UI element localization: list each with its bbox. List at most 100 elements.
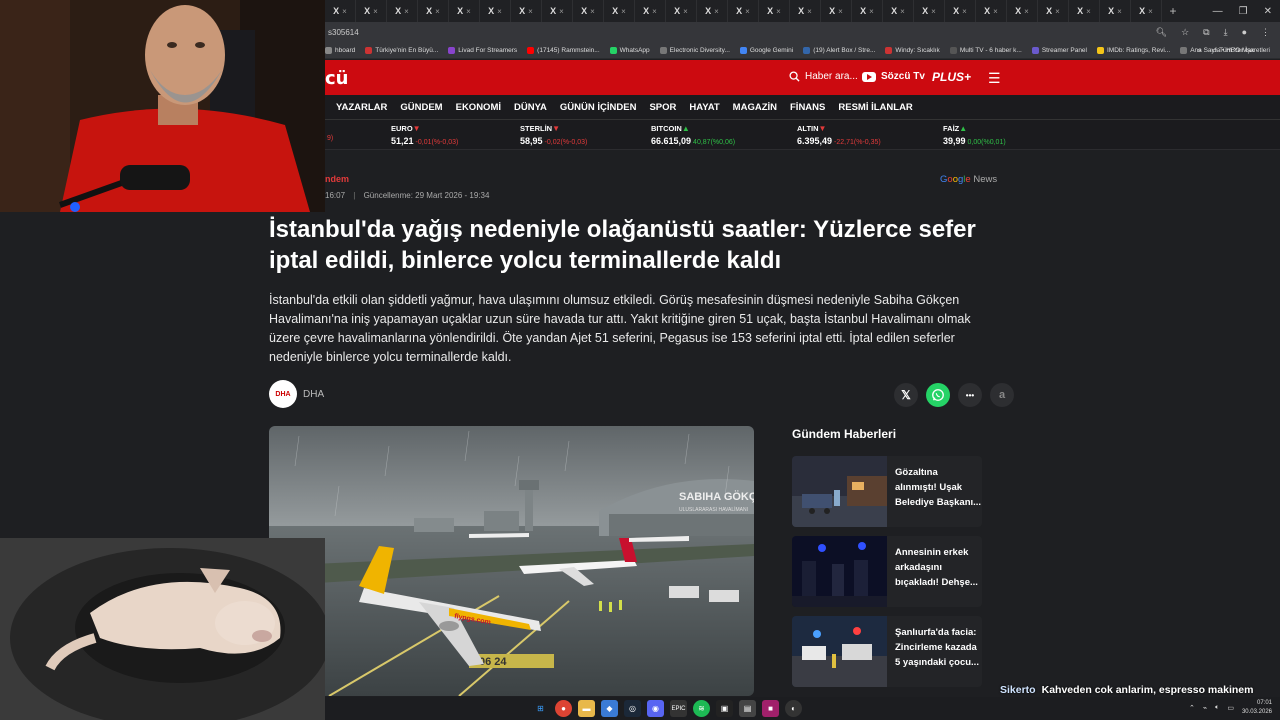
ticker-item[interactable]: EURO▼ 51,21 -0,01(%-0,03) (391, 124, 458, 146)
tab-close-icon[interactable]: × (745, 7, 750, 16)
browser-tab[interactable]: X × (697, 0, 728, 22)
tab-close-icon[interactable]: × (1148, 7, 1153, 16)
ticker-item[interactable]: FAİZ▲ 39,99 0,00(%0,01) (943, 124, 1006, 146)
bookmark-star-icon[interactable]: ☆ (1181, 27, 1189, 38)
browser-tab[interactable]: X × (1131, 0, 1162, 22)
epic-games-icon[interactable]: EPIC (670, 700, 687, 717)
tab-close-icon[interactable]: × (652, 7, 657, 16)
bookmark-item[interactable]: IMDb: Ratings, Revi... (1097, 46, 1170, 54)
tab-close-icon[interactable]: × (528, 7, 533, 16)
app-icon[interactable]: ◆ (601, 700, 618, 717)
browser-tab[interactable]: X × (356, 0, 387, 22)
tab-close-icon[interactable]: × (404, 7, 409, 16)
sidebar-news-item[interactable]: Şanlıurfa'da facia: Zincirleme kazada 5 … (792, 616, 982, 687)
bookmark-item[interactable]: WhatsApp (609, 46, 650, 54)
steam-icon[interactable]: ◎ (624, 700, 641, 717)
bookmark-item[interactable]: Streamer Panel (1031, 46, 1087, 54)
browser-tab[interactable]: X × (728, 0, 759, 22)
article-category[interactable]: ndem (325, 174, 349, 184)
browser-tab[interactable]: X × (821, 0, 852, 22)
google-news-link[interactable]: Google News (940, 174, 997, 185)
browser-tab[interactable]: X × (1100, 0, 1131, 22)
browser-tab[interactable]: X × (449, 0, 480, 22)
ticker-item[interactable]: ALTIN▼ 6.395,49 -22,71(%-0,35) (797, 124, 881, 146)
bookmark-item[interactable]: Google Gemini (739, 46, 793, 54)
browser-tab[interactable]: X × (945, 0, 976, 22)
app-icon-2[interactable]: ▣ (716, 700, 733, 717)
browser-tab[interactable]: X × (387, 0, 418, 22)
browser-tab[interactable]: X × (1007, 0, 1038, 22)
article-hero-image[interactable]: SABIHA GÖKÇEN ULUSLARARASI HAVALİMANI 06… (269, 426, 754, 696)
bookmark-item[interactable]: hboard (325, 46, 355, 54)
tab-close-icon[interactable]: × (807, 7, 812, 16)
font-size-icon[interactable]: a (990, 383, 1014, 407)
sidebar-news-item[interactable]: Annesinin erkek arkadaşını bıçakladı! De… (792, 536, 982, 607)
sozcu-tv-link[interactable]: Sözcü Tv (862, 71, 925, 82)
tab-close-icon[interactable]: × (931, 7, 936, 16)
tab-close-icon[interactable]: × (714, 7, 719, 16)
whatsapp-share-icon[interactable] (926, 383, 950, 407)
extensions-icon[interactable]: ⧉ (1203, 27, 1209, 38)
tab-close-icon[interactable]: × (497, 7, 502, 16)
browser-tab[interactable]: X × (635, 0, 666, 22)
nav-item[interactable]: MAGAZİN (733, 102, 777, 113)
discord-icon[interactable]: ◉ (647, 700, 664, 717)
ticker-item[interactable]: BITCOIN▲ 66.615,09 40,87(%0,06) (651, 124, 735, 146)
tray-chevron-icon[interactable]: ⌃ (1189, 704, 1195, 712)
close-window-button[interactable]: ✕ (1264, 6, 1272, 17)
browser-tab[interactable]: X × (759, 0, 790, 22)
plus-link[interactable]: PLUS+ (932, 70, 971, 84)
tab-close-icon[interactable]: × (838, 7, 843, 16)
chrome-icon[interactable]: ● (555, 700, 572, 717)
bookmark-item[interactable]: Windy: Sıcaklık (885, 46, 940, 54)
start-icon[interactable]: ⊞ (532, 700, 549, 717)
tab-close-icon[interactable]: × (1117, 7, 1122, 16)
battery-icon[interactable]: ▭ (1227, 704, 1234, 712)
browser-tab[interactable]: X × (852, 0, 883, 22)
bookmark-item[interactable]: Electronic Diversity... (659, 46, 730, 54)
tab-close-icon[interactable]: × (1024, 7, 1029, 16)
browser-tab[interactable]: X × (883, 0, 914, 22)
tab-close-icon[interactable]: × (435, 7, 440, 16)
tab-close-icon[interactable]: × (621, 7, 626, 16)
hamburger-menu-icon[interactable]: ☰ (988, 70, 1001, 87)
url-field[interactable]: s305614 (328, 28, 359, 37)
bookmark-item[interactable]: Livad For Streamers (448, 46, 517, 54)
browser-tab[interactable]: X × (914, 0, 945, 22)
system-clock[interactable]: 07:01 30.03.2026 (1242, 699, 1272, 717)
nav-item[interactable]: FİNANS (790, 102, 825, 113)
zoom-icon[interactable]: 🔍︎ (1156, 27, 1167, 38)
tab-close-icon[interactable]: × (993, 7, 998, 16)
bookmark-item[interactable]: Türkiye'nin En Büyü... (365, 46, 438, 54)
tab-close-icon[interactable]: × (962, 7, 967, 16)
browser-tab[interactable]: X × (666, 0, 697, 22)
app-icon-3[interactable]: ▤ (739, 700, 756, 717)
volume-icon[interactable]: 🔈︎ (1215, 704, 1219, 712)
bookmark-item[interactable]: (17145) Rammstein... (527, 46, 600, 54)
all-bookmarks-folder[interactable]: ▭ Tüm Yer İşaretleri (1211, 46, 1270, 54)
browser-tab[interactable]: X × (1069, 0, 1100, 22)
nav-item[interactable]: EKONOMİ (456, 102, 501, 113)
nav-item[interactable]: GÜNDEM (400, 102, 442, 113)
browser-tab[interactable]: X × (542, 0, 573, 22)
browser-tab[interactable]: X × (790, 0, 821, 22)
tab-close-icon[interactable]: × (466, 7, 471, 16)
download-icon[interactable]: ⤓ (1224, 27, 1228, 38)
browser-tab[interactable]: X × (604, 0, 635, 22)
spotify-icon[interactable]: ≋ (693, 700, 710, 717)
more-options-icon[interactable]: ••• (958, 383, 982, 407)
nav-item[interactable]: HAYAT (689, 102, 719, 113)
browser-tab[interactable]: X × (511, 0, 542, 22)
bookmark-item[interactable]: (19) Alert Box / Stre... (803, 46, 875, 54)
tab-close-icon[interactable]: × (590, 7, 595, 16)
ticker-item[interactable]: STERLİN▼ 58,95 -0,02(%-0,03) (520, 124, 587, 146)
profile-icon[interactable]: ● (1242, 27, 1247, 38)
minimize-button[interactable]: — (1213, 6, 1223, 17)
tab-close-icon[interactable]: × (683, 7, 688, 16)
tab-close-icon[interactable]: × (373, 7, 378, 16)
nav-item[interactable]: DÜNYA (514, 102, 547, 113)
restore-button[interactable]: ❐ (1239, 6, 1248, 17)
tab-close-icon[interactable]: × (869, 7, 874, 16)
browser-tab[interactable]: X × (573, 0, 604, 22)
streaming-app-icon[interactable]: ■ (762, 700, 779, 717)
